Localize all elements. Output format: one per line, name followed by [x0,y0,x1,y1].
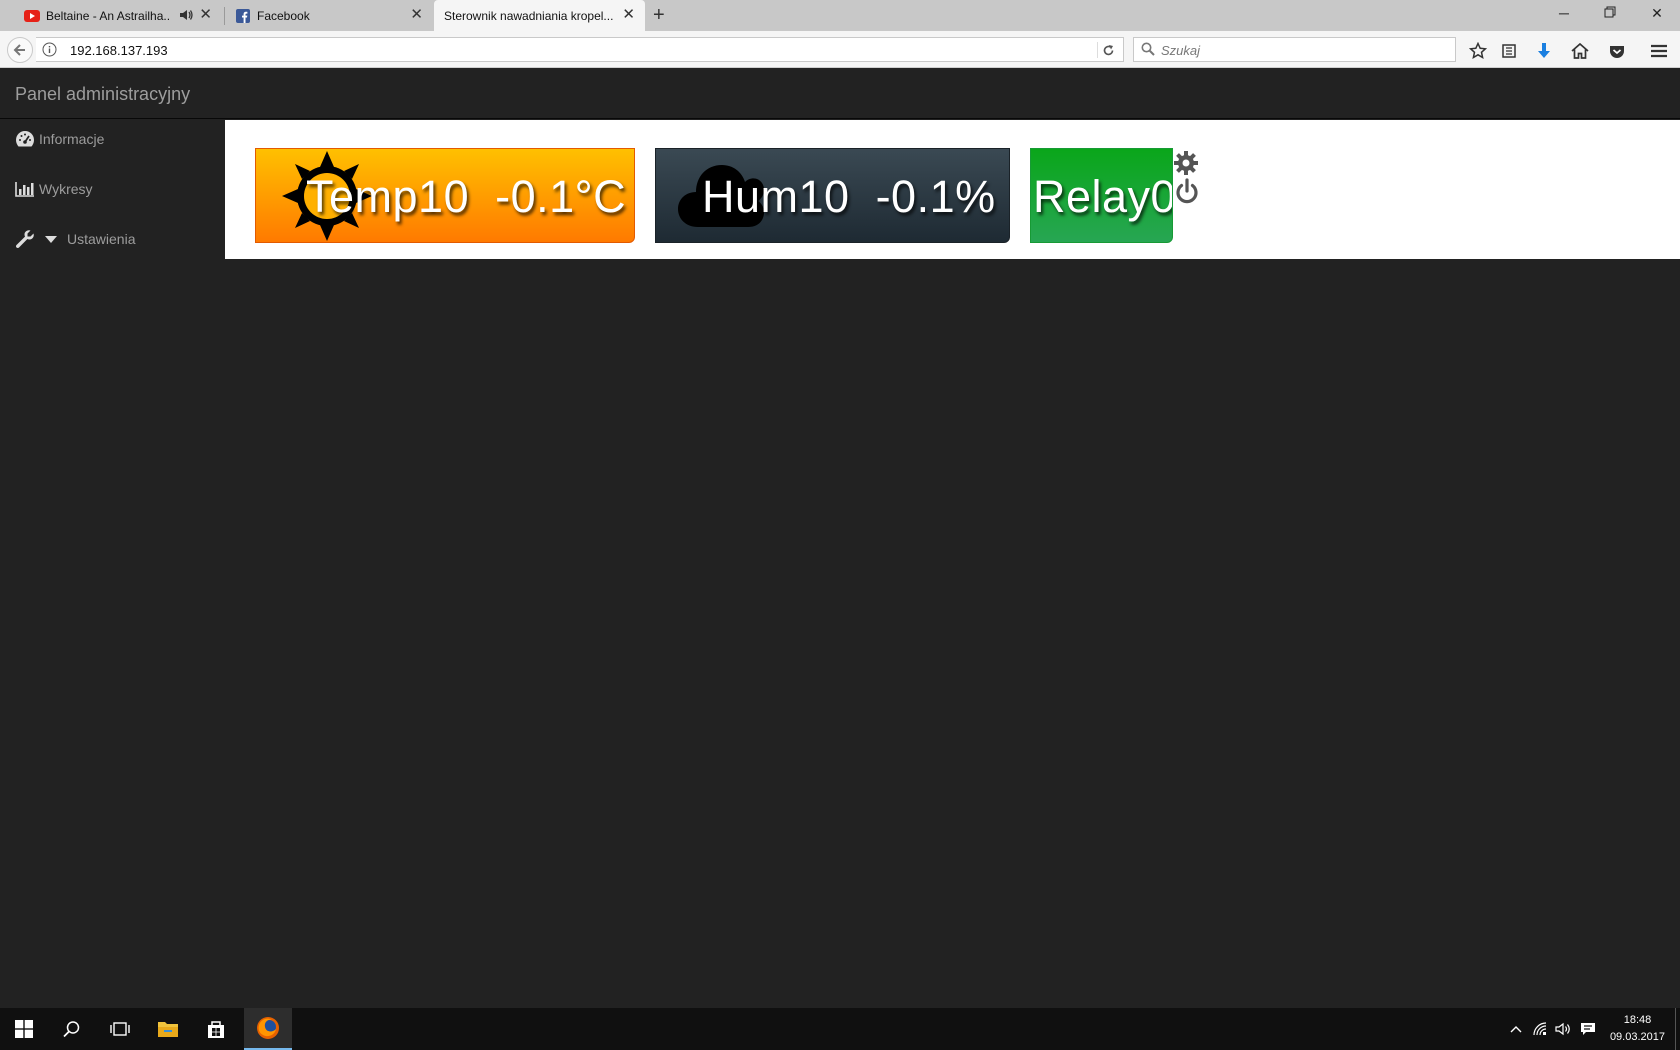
tab-title: Sterownik nawadniania kropel... [444,8,614,23]
start-button[interactable] [0,1008,48,1050]
bookmark-star-icon[interactable] [1467,40,1489,62]
navbar: Panel administracyjny [0,68,1680,119]
search-icon [63,1021,80,1038]
bookmarks-menu-icon[interactable] [1498,40,1520,62]
bar-chart-icon [15,179,35,199]
folder-icon [158,1022,178,1037]
tab-youtube[interactable]: Beltaine - An Astrailha... ✕ [0,0,222,31]
network-icon[interactable] [1532,1020,1550,1038]
search-placeholder: Szukaj [1161,43,1201,58]
pocket-icon[interactable] [1606,40,1628,62]
reload-icon[interactable] [1097,42,1119,58]
back-button[interactable] [7,37,33,63]
main-content: Temp10 -0.1°C Hum10 -0.1% Relay0 [225,120,1680,259]
relay-label: Relay0 [1033,171,1173,222]
search-bar[interactable]: Szukaj [1133,37,1456,62]
sidebar-item-label: Wykresy [39,181,93,197]
page-viewport: Panel administracyjny Informacje Wykresy… [0,68,1680,1008]
hum-label: Hum10 -0.1% [702,171,996,222]
restore-button[interactable] [1600,5,1620,21]
system-clock[interactable]: 18:48 09.03.2017 [1610,1012,1665,1046]
tab-sterownik[interactable]: Sterownik nawadniania kropel... ✕ [434,0,645,31]
downloads-icon[interactable] [1533,40,1555,62]
new-tab-button[interactable]: + [653,4,665,27]
hamburger-menu-icon[interactable] [1648,40,1670,62]
temp-label: Temp10 -0.1°C [306,171,627,222]
tab-facebook[interactable]: Facebook ✕ [225,0,433,31]
dashboard-icon [15,129,35,149]
wrench-icon [15,229,35,249]
action-center-icon[interactable] [1579,1020,1597,1038]
sidebar-item-ustawienia[interactable]: Ustawienia [0,219,225,259]
home-icon[interactable] [1569,40,1591,62]
volume-icon[interactable] [1555,1020,1573,1038]
tab-title: Facebook [257,8,310,23]
browser-nav-bar: 192.168.137.193 Szukaj [0,31,1680,68]
firefox-taskbar-button[interactable] [244,1008,292,1050]
url-text[interactable]: 192.168.137.193 [70,43,168,58]
task-view-button[interactable] [96,1008,144,1050]
facebook-icon [235,8,251,24]
gear-icon[interactable] [1173,150,1199,176]
relay-tile[interactable]: Relay0 [1030,148,1173,243]
task-view-icon [110,1022,130,1036]
power-icon[interactable] [1174,178,1200,206]
show-hidden-icons-chevron-icon[interactable] [1507,1020,1525,1038]
speaker-icon[interactable] [179,8,193,25]
sidebar-item-label: Ustawienia [67,231,136,247]
tab-title: Beltaine - An Astrailha... [46,8,171,23]
windows-taskbar: 18:48 09.03.2017 [0,1008,1680,1050]
hum-tile[interactable]: Hum10 -0.1% [655,148,1010,243]
clock-date: 09.03.2017 [1609,1031,1665,1043]
brand-title[interactable]: Panel administracyjny [15,84,190,105]
minimize-button[interactable]: ─ [1554,5,1574,21]
tab-close-icon[interactable]: ✕ [622,7,635,23]
show-desktop-button[interactable] [1675,1008,1680,1050]
browser-tab-bar: Beltaine - An Astrailha... ✕ Facebook ✕ … [0,0,1680,31]
file-explorer-button[interactable] [144,1008,192,1050]
back-arrow-icon [13,44,25,56]
chevron-down-icon [45,235,57,243]
windows-logo-icon [15,1020,33,1038]
firefox-icon [257,1017,279,1039]
search-icon [1141,42,1155,61]
taskbar-search-button[interactable] [48,1008,96,1050]
tab-close-icon[interactable]: ✕ [410,7,423,23]
info-icon[interactable] [42,42,57,62]
sidebar-item-informacje[interactable]: Informacje [0,119,225,159]
close-window-button[interactable]: ✕ [1647,5,1667,22]
store-icon [208,1021,224,1038]
clock-time: 18:48 [1623,1014,1652,1026]
store-button[interactable] [192,1008,240,1050]
tab-close-icon[interactable]: ✕ [199,7,212,23]
sidebar-item-wykresy[interactable]: Wykresy [0,169,225,209]
youtube-icon [24,8,40,24]
relay-controls [1173,148,1203,208]
temp-tile[interactable]: Temp10 -0.1°C [255,148,635,243]
url-bar[interactable]: 192.168.137.193 [36,37,1124,62]
sidebar-item-label: Informacje [39,131,105,147]
